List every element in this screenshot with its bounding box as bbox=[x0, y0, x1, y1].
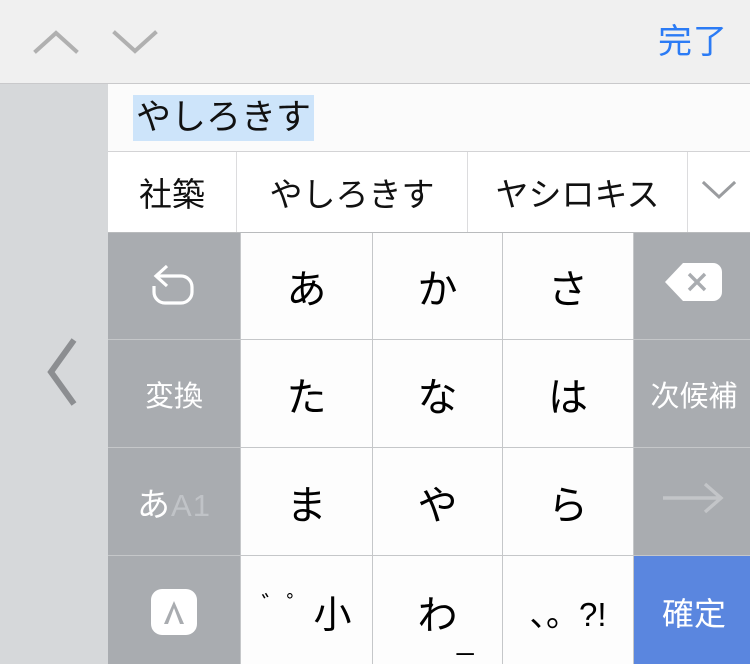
key-dakuten-small[interactable]: ゛゜小 bbox=[241, 556, 372, 664]
text-input-area[interactable]: やしろきす bbox=[108, 84, 750, 152]
collapse-keyboard-button[interactable] bbox=[0, 84, 108, 664]
confirm-key[interactable]: 確定 bbox=[634, 556, 750, 664]
candidate-item-2[interactable]: ヤシロキス bbox=[468, 152, 688, 232]
underscore-char: _ bbox=[456, 622, 474, 656]
candidate-item-0[interactable]: 社築 bbox=[108, 152, 237, 232]
next-field-button[interactable] bbox=[107, 14, 163, 70]
undo-icon bbox=[147, 257, 201, 315]
key-ra-row[interactable]: ら bbox=[503, 448, 633, 555]
left-rail bbox=[0, 84, 108, 664]
composition-text: やしろきす bbox=[133, 95, 315, 141]
wa-label: わ _ bbox=[417, 583, 474, 656]
delete-key[interactable] bbox=[634, 233, 750, 339]
done-button[interactable]: 完了 bbox=[658, 16, 728, 68]
input-mode-label: あ A1 bbox=[137, 478, 211, 526]
dakuten-marks: ゛゜ bbox=[261, 592, 312, 619]
chevron-left-icon bbox=[43, 335, 83, 414]
keyboard-switch-icon bbox=[151, 588, 197, 635]
key-ka-row[interactable]: か bbox=[373, 233, 502, 339]
switch-keyboard-key[interactable] bbox=[108, 556, 240, 664]
arrow-right-icon bbox=[657, 481, 731, 523]
key-punctuation[interactable]: 、。?! bbox=[503, 556, 633, 664]
japanese-keyboard-screen: 完了 やしろきす 社築 やしろきす ヤシロキス あ か さ 変換 た な は 次… bbox=[0, 0, 750, 664]
keyboard-accessory-toolbar: 完了 bbox=[0, 0, 750, 84]
key-na-row[interactable]: な bbox=[373, 340, 502, 447]
candidate-bar: 社築 やしろきす ヤシロキス bbox=[108, 152, 750, 233]
cursor-right-key[interactable] bbox=[634, 448, 750, 555]
key-ta-row[interactable]: た bbox=[241, 340, 372, 447]
dakuten-label: ゛゜小 bbox=[261, 584, 351, 639]
key-ya-row[interactable]: や bbox=[373, 448, 502, 555]
candidate-item-1[interactable]: やしろきす bbox=[237, 152, 468, 232]
convert-key[interactable]: 変換 bbox=[108, 340, 240, 447]
expand-candidates-button[interactable] bbox=[688, 152, 750, 232]
mode-kana-part: あ bbox=[137, 485, 171, 523]
key-ha-row[interactable]: は bbox=[503, 340, 633, 447]
mode-alnum-part: A1 bbox=[171, 487, 211, 523]
previous-field-button[interactable] bbox=[28, 14, 84, 70]
key-sa-row[interactable]: さ bbox=[503, 233, 633, 339]
keypad: あ か さ 変換 た な は 次候補 あ A1 ま や ら ゛゜ 小 わ _ 、… bbox=[108, 233, 750, 664]
small-kana-label: 小 bbox=[313, 595, 352, 637]
wa-char: わ bbox=[417, 593, 458, 638]
undo-key[interactable] bbox=[108, 233, 240, 339]
key-a-row[interactable]: あ bbox=[241, 233, 372, 339]
chevron-down-icon bbox=[701, 179, 737, 206]
chevron-up-icon bbox=[32, 27, 80, 57]
input-mode-key[interactable]: あ A1 bbox=[108, 448, 240, 555]
chevron-down-icon bbox=[111, 27, 159, 57]
delete-icon bbox=[663, 260, 725, 312]
key-ma-row[interactable]: ま bbox=[241, 448, 372, 555]
next-candidate-key[interactable]: 次候補 bbox=[634, 340, 750, 447]
key-wa-row[interactable]: わ _ bbox=[373, 556, 502, 664]
